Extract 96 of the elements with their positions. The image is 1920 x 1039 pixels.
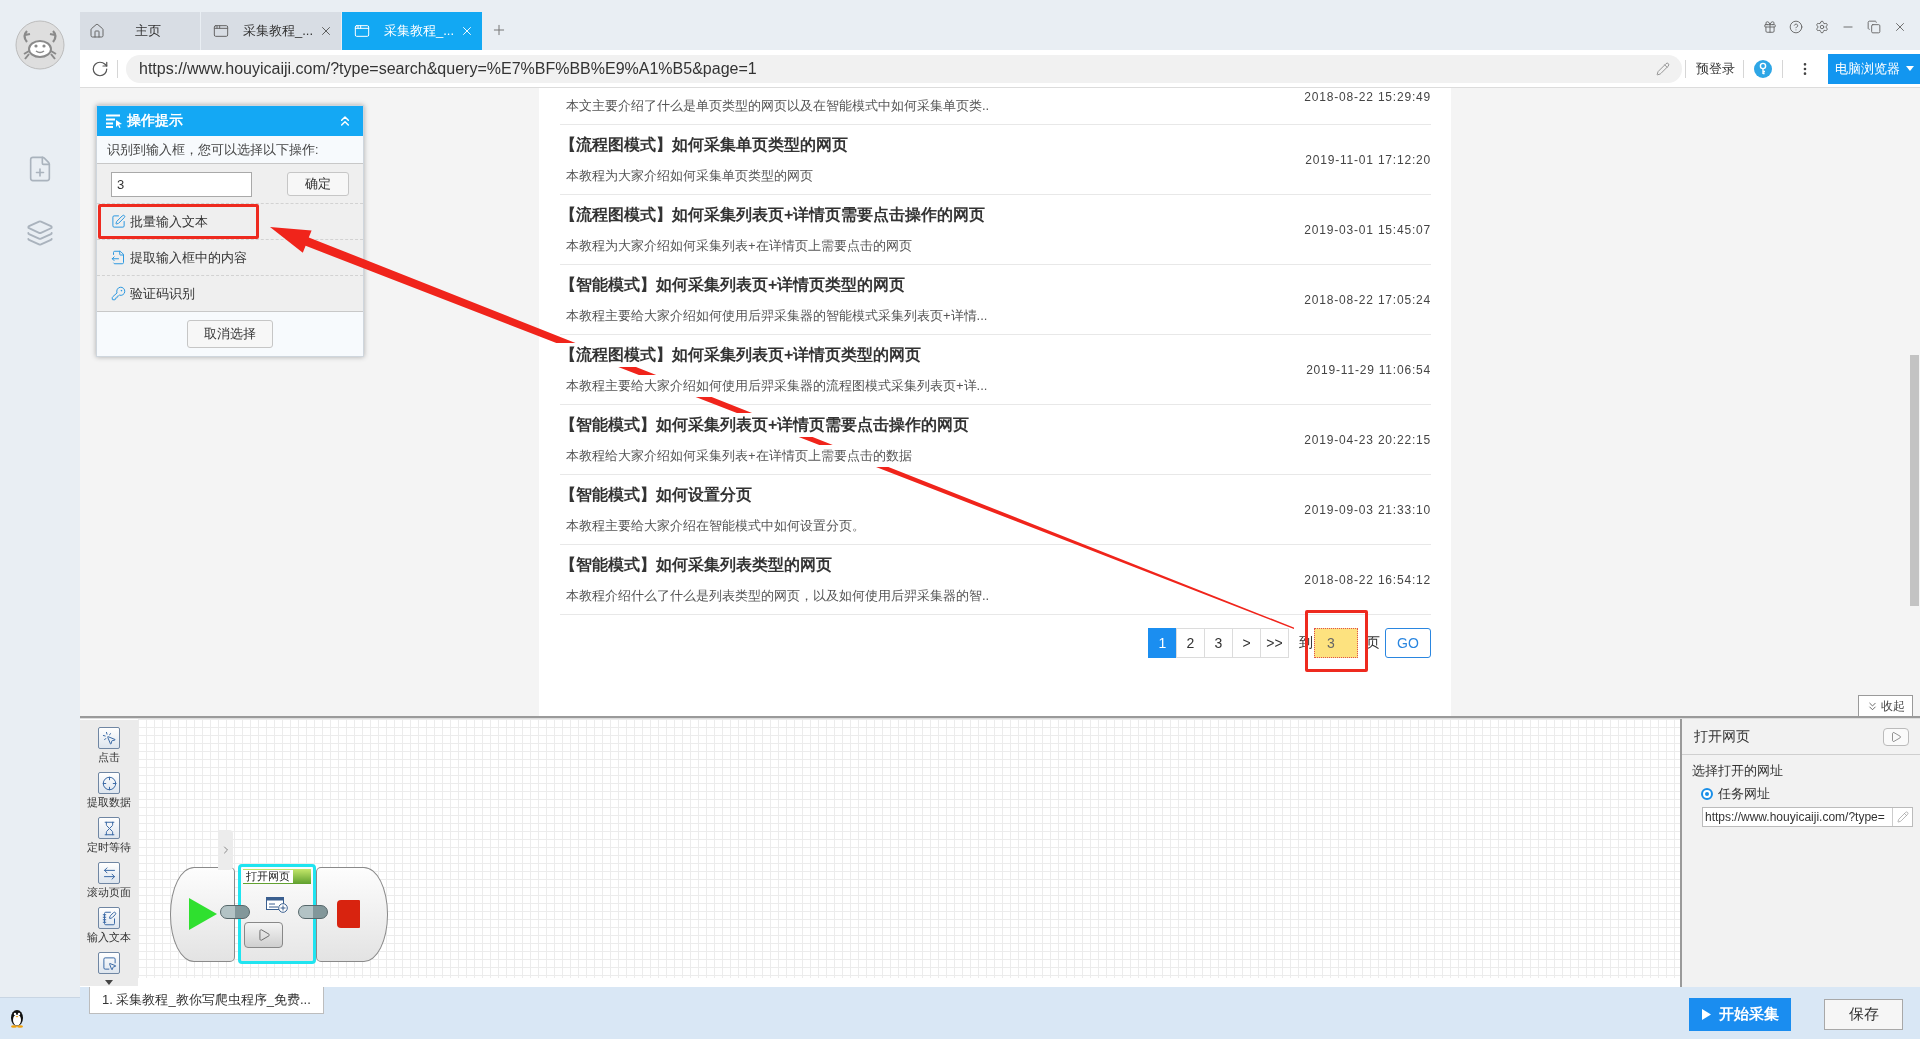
play-icon — [188, 898, 217, 930]
key-badge-icon[interactable] — [1754, 59, 1772, 78]
page-input[interactable]: 3 — [1314, 628, 1358, 658]
confirm-button[interactable]: 确定 — [287, 172, 349, 196]
result-description: 本教程为大家介绍如何采集列表+在详情页上需要点击的网页 — [566, 237, 912, 255]
window-icon — [354, 23, 370, 39]
gift-icon[interactable] — [1763, 20, 1777, 34]
page-button[interactable]: 3 — [1204, 628, 1233, 658]
toolbox-item[interactable]: 定时等待 — [87, 817, 131, 862]
result-date: 2019-11-01 17:12:20 — [1305, 153, 1431, 167]
result-description: 本教程给大家介绍如何采集列表+在详情页上需要点击的数据 — [566, 447, 912, 465]
result-title-link[interactable]: 【智能模式】如何采集列表页+详情页需要点击操作的网页 — [560, 415, 970, 435]
node-title: 打开网页 — [243, 870, 293, 883]
toolbox-item[interactable]: 滚动页面 — [87, 862, 131, 907]
pre-login-link[interactable]: 预登录 — [1696, 59, 1735, 78]
edit-url-button[interactable] — [1892, 808, 1912, 826]
crosshair-icon — [98, 772, 120, 794]
action-item[interactable]: 验证码识别 — [97, 275, 363, 311]
open-page-node[interactable]: 打开网页 — [238, 864, 316, 964]
result-description: 本教程为大家介绍如何采集单页类型的网页 — [566, 167, 813, 185]
penguin-icon[interactable] — [9, 1009, 25, 1028]
scroll-down-icon[interactable] — [105, 980, 113, 985]
save-button[interactable]: 保存 — [1824, 999, 1903, 1030]
play-icon — [1890, 730, 1902, 743]
go-button[interactable]: GO — [1385, 628, 1431, 658]
result-date: 2019-04-23 20:22:15 — [1304, 433, 1431, 447]
result-date: 2019-03-01 15:45:07 — [1304, 223, 1431, 237]
result-description: 本文主要介绍了什么是单页类型的网页以及在智能模式中如何采集单页类.. — [566, 97, 990, 115]
document-export-icon — [111, 250, 126, 265]
next-page-button[interactable]: > — [1232, 628, 1261, 658]
connector — [220, 905, 250, 919]
browser-window-icon — [266, 897, 288, 913]
result-title-link[interactable]: 【智能模式】如何设置分页 — [560, 485, 752, 505]
properties-title: 打开网页 — [1694, 727, 1750, 746]
last-page-button[interactable]: >> — [1260, 628, 1289, 658]
result-date: 2018-08-22 17:05:24 — [1304, 293, 1431, 307]
result-title-link[interactable]: 【流程图模式】如何采集单页类型的网页 — [560, 135, 848, 155]
start-node[interactable] — [170, 866, 235, 962]
result-title-link[interactable]: 【智能模式】如何采集列表页+详情页类型的网页 — [560, 275, 906, 295]
result-description: 本教程主要给大家介绍如何使用后羿采集器的智能模式采集列表页+详情... — [566, 307, 988, 325]
section-label: 选择打开的网址 — [1692, 763, 1783, 778]
toolbox-item[interactable]: 提取数据 — [87, 772, 131, 817]
settings-icon[interactable] — [1815, 20, 1829, 34]
result-description: 本教程主要给大家介绍如何使用后羿采集器的流程图模式采集列表页+详... — [566, 377, 988, 395]
close-icon[interactable] — [460, 24, 474, 38]
end-node[interactable] — [316, 866, 388, 962]
layers-icon[interactable] — [26, 219, 54, 247]
browser-tab[interactable]: 采集教程_... — [201, 12, 341, 50]
crab-logo — [15, 20, 65, 70]
result-title-link[interactable]: 【智能模式】如何采集列表类型的网页 — [560, 555, 832, 575]
scrollbar-thumb[interactable] — [1910, 355, 1919, 606]
result-date: 2019-11-29 11:06:54 — [1306, 363, 1431, 377]
help-icon[interactable] — [1789, 20, 1803, 34]
toolbox-item[interactable]: 输入文本 — [87, 907, 131, 952]
pencil-icon — [1896, 811, 1909, 823]
url-input[interactable]: https://www.houyicaiji.com/?type= — [1702, 807, 1913, 827]
text-input[interactable]: 3 — [111, 172, 252, 197]
edit-icon — [111, 214, 126, 229]
url-field[interactable]: https://www.houyicaiji.com/?type=search&query=%E7%BF%BB%E9%A1%B5&page=1 — [126, 54, 1682, 83]
cursor-square-icon — [98, 952, 120, 974]
stop-icon — [336, 900, 360, 928]
result-title-link[interactable]: 【流程图模式】如何采集列表页+详情页需要点击操作的网页 — [560, 205, 986, 225]
result-description: 本教程介绍什么了什么是列表类型的网页，以及如何使用后羿采集器的智.. — [566, 587, 990, 605]
result-date: 2018-08-22 15:29:49 — [1304, 90, 1431, 104]
notebook-icon — [98, 907, 120, 929]
result-date: 2019-09-03 21:33:10 — [1304, 503, 1431, 517]
cancel-button[interactable]: 取消选择 — [187, 320, 273, 348]
browser-tab[interactable]: 主页 — [80, 12, 200, 50]
pencil-icon[interactable] — [1656, 61, 1670, 76]
home-icon — [89, 23, 105, 39]
scroll-arrows-icon — [98, 862, 120, 884]
toolbox-item[interactable]: 点击 — [98, 727, 120, 772]
caret-icon — [1905, 66, 1914, 71]
result-date: 2018-08-22 16:54:12 — [1304, 573, 1431, 587]
reload-icon[interactable] — [91, 59, 109, 78]
close-icon[interactable] — [1893, 20, 1907, 34]
radio-option[interactable]: 任务网址 — [1701, 785, 1920, 803]
hourglass-icon — [98, 817, 120, 839]
page-button[interactable]: 2 — [1176, 628, 1205, 658]
key-icon — [111, 286, 126, 301]
restore-icon[interactable] — [1867, 20, 1881, 34]
result-title-link[interactable]: 【流程图模式】如何采集列表页+详情页类型的网页 — [560, 345, 922, 365]
close-icon[interactable] — [319, 24, 333, 38]
task-tab[interactable]: 1. 采集教程_教你写爬虫程序_免费... — [89, 987, 324, 1014]
cursor-click-icon — [98, 727, 120, 749]
panel-title: 操作提示 — [127, 112, 183, 130]
connector — [298, 905, 328, 919]
play-icon — [256, 928, 271, 942]
node-play-button[interactable] — [244, 922, 283, 948]
play-icon — [1701, 1009, 1711, 1020]
run-button[interactable] — [1883, 727, 1909, 746]
new-tab-icon[interactable] — [491, 22, 507, 38]
window-icon — [213, 23, 229, 39]
collapse-button[interactable]: 收起 — [1858, 695, 1913, 716]
list-icon — [106, 114, 122, 128]
result-description: 本教程主要给大家介绍在智能模式中如何设置分页。 — [566, 517, 865, 535]
